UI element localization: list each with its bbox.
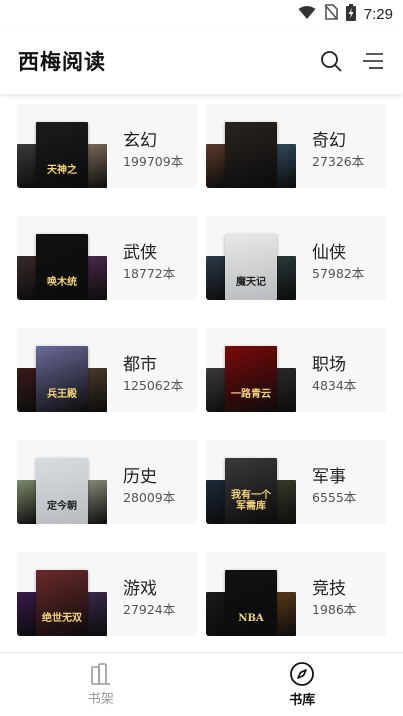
category-card[interactable]: 唤木统 武侠 18772本: [17, 216, 197, 300]
book-cover-title: 绝世无双: [42, 612, 82, 624]
category-card[interactable]: 定今朝 历史 28009本: [17, 440, 197, 524]
book-cover-image: [85, 256, 107, 300]
battery-charging-icon: [345, 3, 356, 25]
category-book-count: 18772本: [123, 266, 176, 281]
category-card[interactable]: 兵王殿 都市 125062本: [17, 328, 197, 412]
book-cover-image: 我有一个军需库: [225, 458, 277, 524]
book-cover-image: 天神之: [36, 122, 88, 188]
book-cover-title: 天神之: [47, 164, 77, 176]
book-cover-title: 定今朝: [47, 500, 77, 512]
no-sim-icon: [324, 4, 338, 24]
book-cover-image: [274, 592, 296, 636]
category-name: 历史: [123, 467, 157, 487]
bookshelf-icon: [90, 663, 110, 685]
book-cover-title: 我有一个军需库: [231, 490, 271, 512]
category-card[interactable]: 奇幻 27326本: [206, 104, 386, 188]
category-book-count: 28009本: [123, 490, 176, 505]
book-covers: 魔天记: [206, 216, 296, 300]
category-card[interactable]: NBA 竞技 1986本: [206, 552, 386, 636]
app-header: 西梅阅读: [0, 28, 403, 94]
category-name: 游戏: [123, 579, 157, 599]
tab-library-label: 书库: [289, 693, 316, 708]
wifi-icon: [298, 5, 316, 24]
book-covers: 定今朝: [17, 440, 107, 524]
book-cover-image: [225, 122, 277, 188]
status-bar: 7:29: [0, 0, 403, 28]
book-cover-image: [274, 144, 296, 188]
book-covers: [206, 104, 296, 188]
book-cover-image: NBA: [225, 570, 277, 636]
menu-button[interactable]: [361, 49, 385, 73]
category-grid: 天神之 玄幻 199709本 奇幻 27326本 唤木统 武侠 18772本 魔天记 仙侠 5798…: [17, 104, 386, 636]
book-cover-title: 魔天记: [236, 276, 266, 288]
category-book-count: 199709本: [123, 154, 184, 169]
book-covers: NBA: [206, 552, 296, 636]
book-cover-title: NBA: [238, 612, 264, 624]
category-name: 都市: [123, 355, 157, 375]
category-book-count: 57982本: [312, 266, 365, 281]
list-menu-icon: [363, 53, 383, 69]
category-name: 仙侠: [312, 243, 346, 263]
category-book-count: 27326本: [312, 154, 365, 169]
category-name: 职场: [312, 355, 346, 375]
book-cover-image: [274, 368, 296, 412]
tab-bookshelf[interactable]: 书架: [0, 653, 202, 716]
category-book-count: 1986本: [312, 602, 357, 617]
category-book-count: 125062本: [123, 378, 184, 393]
book-covers: 天神之: [17, 104, 107, 188]
category-name: 玄幻: [123, 131, 157, 151]
book-cover-image: 兵王殿: [36, 346, 88, 412]
category-name: 竞技: [312, 579, 346, 599]
status-time: 7:29: [363, 5, 393, 23]
search-button[interactable]: [319, 49, 343, 73]
app-title: 西梅阅读: [18, 49, 106, 74]
category-book-count: 6555本: [312, 490, 357, 505]
book-cover-image: [274, 256, 296, 300]
book-cover-title: 兵王殿: [47, 388, 77, 400]
book-covers: 绝世无双: [17, 552, 107, 636]
category-name: 武侠: [123, 243, 157, 263]
category-book-count: 4834本: [312, 378, 357, 393]
tab-bookshelf-label: 书架: [87, 692, 114, 707]
book-cover-image: 绝世无双: [36, 570, 88, 636]
book-cover-image: [85, 368, 107, 412]
book-cover-image: 一路青云: [225, 346, 277, 412]
book-cover-title: 唤木统: [47, 276, 77, 288]
search-icon: [321, 51, 342, 72]
category-card[interactable]: 天神之 玄幻 199709本: [17, 104, 197, 188]
category-card[interactable]: 魔天记 仙侠 57982本: [206, 216, 386, 300]
book-cover-image: [85, 144, 107, 188]
book-covers: 我有一个军需库: [206, 440, 296, 524]
book-covers: 兵王殿: [17, 328, 107, 412]
book-covers: 唤木统: [17, 216, 107, 300]
book-cover-image: 魔天记: [225, 234, 277, 300]
book-cover-image: 定今朝: [36, 458, 88, 524]
category-card[interactable]: 一路青云 职场 4834本: [206, 328, 386, 412]
category-card[interactable]: 我有一个军需库 军事 6555本: [206, 440, 386, 524]
category-card[interactable]: 绝世无双 游戏 27924本: [17, 552, 197, 636]
book-cover-image: [85, 592, 107, 636]
tab-library[interactable]: 书库: [202, 653, 403, 716]
book-covers: 一路青云: [206, 328, 296, 412]
book-cover-title: 一路青云: [231, 388, 271, 400]
book-cover-image: 唤木统: [36, 234, 88, 300]
category-name: 军事: [312, 467, 346, 487]
compass-icon: [290, 662, 315, 686]
category-book-count: 27924本: [123, 602, 176, 617]
category-name: 奇幻: [312, 131, 346, 151]
book-cover-image: [85, 480, 107, 524]
bottom-nav: 书架 书库: [0, 652, 403, 716]
book-cover-image: [274, 480, 296, 524]
